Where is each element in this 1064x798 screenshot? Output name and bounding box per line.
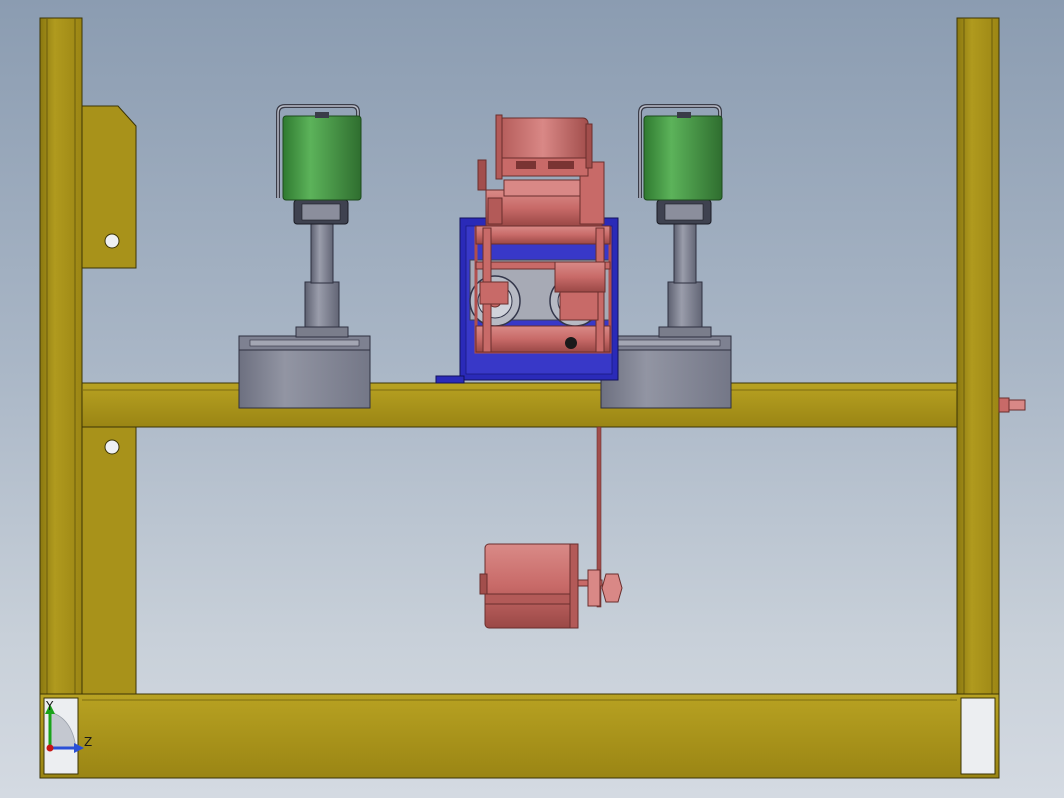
bracket-hole-upper: [104, 233, 120, 249]
bracket-hole-lower: [104, 439, 120, 455]
side-pin[interactable]: [998, 397, 1026, 413]
solenoid-actuator-right[interactable]: [600, 104, 732, 409]
solenoid-actuator-left[interactable]: [238, 104, 371, 409]
frame-left-lower-bracket[interactable]: [81, 425, 137, 695]
frame-right-post[interactable]: [956, 17, 1000, 779]
z-axis-label: Z: [84, 735, 92, 749]
cad-assembly-view: Y Z: [39, 17, 1026, 779]
frame-corner-end-right: [960, 697, 996, 775]
solenoid-left-coil[interactable]: [282, 115, 362, 201]
frame-bottom-beam[interactable]: [39, 693, 1000, 779]
frame-left-post[interactable]: [39, 17, 83, 779]
gear-motor-assembly[interactable]: [435, 114, 619, 608]
cad-viewport[interactable]: Y Z: [0, 0, 1064, 798]
hanging-motor-can[interactable]: [484, 543, 579, 629]
y-axis-label: Y: [45, 699, 54, 713]
axis-origin: [46, 744, 54, 752]
solenoid-right-coil[interactable]: [643, 115, 723, 201]
